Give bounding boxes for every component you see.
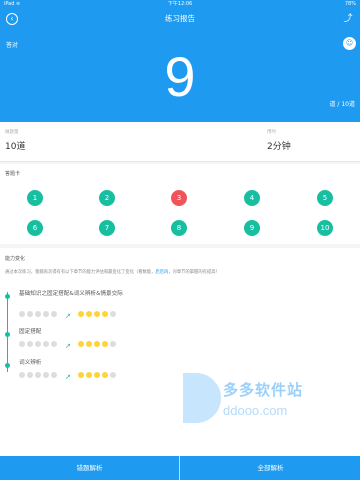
score-value: 9 [164,45,196,108]
ability-item-levels: ↗ [19,311,118,320]
page-title: 练习报告 [165,14,195,23]
logo-icon [183,373,221,423]
watermark-logo: 多多软件站 ddooo.com [183,373,338,427]
ability-description: 通过本次练习，猿猿再次得有有以下章节的能力评估和最变化了变化（看数能，后后再，对… [5,269,350,276]
watermark-brand: 多多软件站 [223,381,304,399]
bottom-action-bar: 错题解析 全部解析 [0,456,360,480]
moon-icon [86,341,93,347]
answer-item-1[interactable]: 1 [27,190,43,206]
moon-icon [19,372,25,378]
answer-item-5[interactable]: 5 [317,190,333,206]
moon-icon [94,341,101,347]
desc-text-end: 对章节的掌握的有提高！ [172,270,220,275]
moon-icon [51,341,57,347]
moon-icon [94,372,101,378]
moon-icon [27,372,33,378]
stats-panel: 做题量 10道 用时 2分钟 [0,122,360,162]
navigation-bar: ‹ 练习报告 ⤴ [0,9,360,29]
moon-icon [102,311,109,317]
share-icon[interactable]: ⤴ [342,13,354,25]
moon-icon [19,341,25,347]
status-bar: iPad ≋ 下午12:06 78% [0,0,360,9]
ability-label: 能力变化 [5,256,26,262]
wrong-answers-button[interactable]: 错题解析 [0,456,179,480]
trend-arrow-icon: ↗ [65,312,72,320]
all-answers-button[interactable]: 全部解析 [181,456,360,480]
answer-item-3[interactable]: 3 [171,190,187,206]
moon-icon [19,311,25,317]
moon-icon [35,372,41,378]
trend-arrow-icon: ↗ [65,373,72,381]
moon-icon [35,341,41,347]
moon-icon [86,311,93,317]
moon-icon [110,372,117,378]
answer-item-10[interactable]: 10 [317,220,333,236]
moon-icon [27,311,33,317]
moon-icon [43,372,49,378]
ability-item-title: 基础知识之固定搭配&词义辨析&情景交际 [19,291,123,297]
score-unit: 道 / 10道 [329,101,355,108]
moon-icon [78,372,85,378]
timeline-dot [5,332,10,337]
moon-icon [102,372,109,378]
stat-time: 用时 2分钟 [267,129,291,152]
stat-value: 10道 [5,142,26,152]
battery-label: 78% [344,1,356,7]
stat-key: 做题量 [5,130,19,135]
moon-icon [51,311,57,317]
answer-item-4[interactable]: 4 [244,190,260,206]
timeline-dot [5,363,10,368]
moon-icon [78,311,85,317]
score-panel: 答对 ☺ 9 道 / 10道 [0,29,360,122]
moon-icon [43,341,49,347]
answer-item-6[interactable]: 6 [27,220,43,236]
answer-item-9[interactable]: 9 [244,220,260,236]
stat-questions: 做题量 10道 [5,129,25,152]
moon-icon [51,372,57,378]
desc-highlight: 后后再， [155,270,173,275]
desc-text: 通过本次练习，猿猿再次得有有以下章节的能力评估和最变化了变化（看数能， [5,270,156,275]
divider [179,456,180,480]
ability-item-levels: ↗ [19,372,118,381]
ability-item-levels: ↗ [19,341,118,350]
answer-item-7[interactable]: 7 [99,220,115,236]
moon-icon [78,341,85,347]
stat-key: 用时 [267,130,276,135]
moon-icon [43,311,49,317]
moon-icon [86,372,93,378]
trend-arrow-icon: ↗ [65,342,72,350]
answer-sheet-label: 答题卡 [5,171,21,177]
ability-item-title: 固定搭配 [19,329,42,335]
stat-value: 2分钟 [267,142,291,152]
moon-icon [110,341,117,347]
moon-icon [94,311,101,317]
clock: 下午12:06 [167,1,193,7]
timeline-dot [5,294,10,299]
moon-icon [27,341,33,347]
ability-item-title: 词义辨析 [19,360,42,366]
moon-icon [110,311,117,317]
watermark-domain: ddooo.com [223,403,288,418]
answer-sheet: 答题卡 1 2 3 4 5 6 7 8 9 10 [0,164,360,244]
moon-icon [102,341,109,347]
answer-item-2[interactable]: 2 [99,190,115,206]
answer-item-8[interactable]: 8 [171,220,187,236]
moon-icon [35,311,41,317]
